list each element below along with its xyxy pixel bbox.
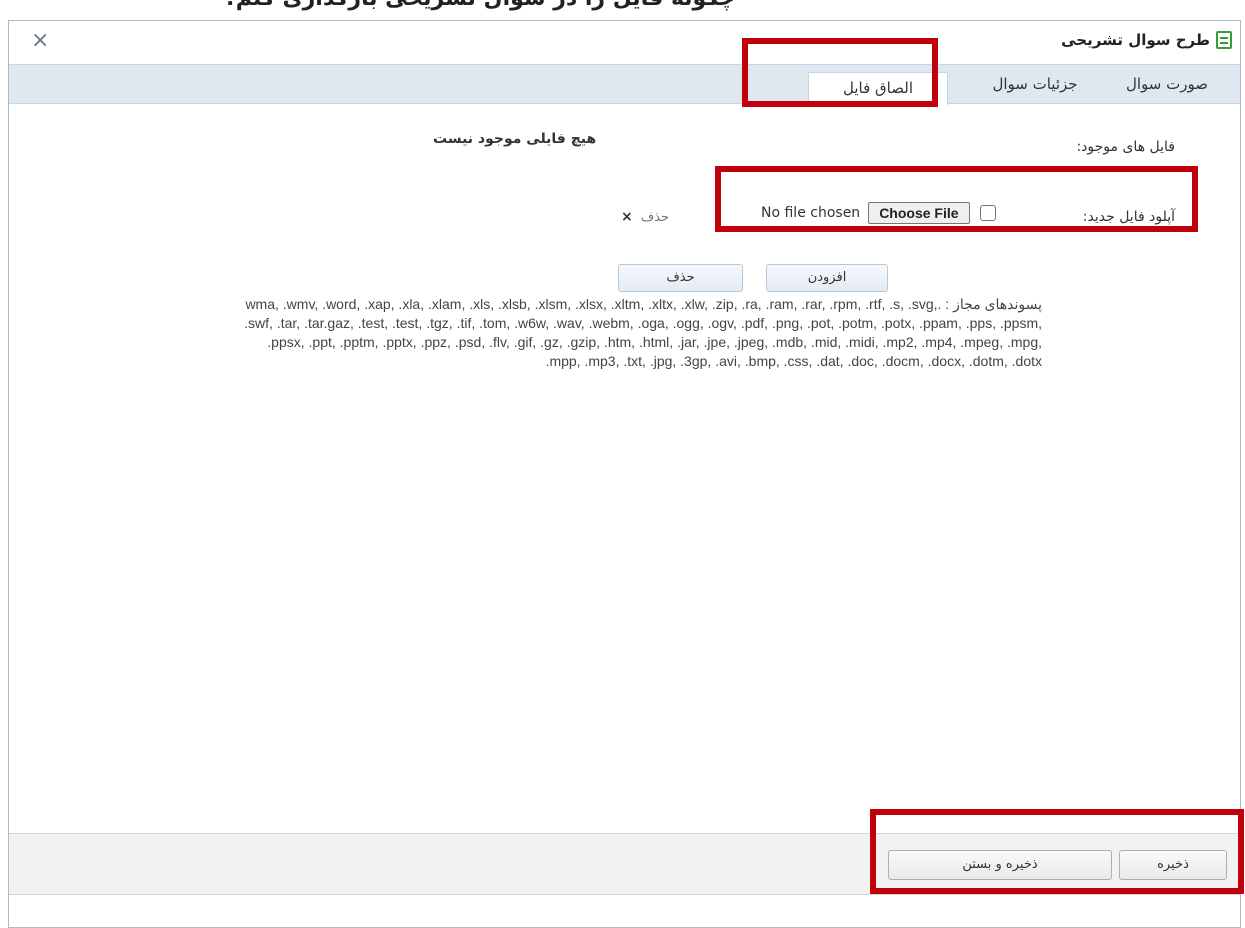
question-dialog: × طرح سوال تشریحی صورت سوال جزئیات سوال … [8, 20, 1241, 928]
existing-files-label: فایل های موجود: [1076, 139, 1175, 155]
upload-new-file-label: آپلود فایل جدید: [1082, 209, 1175, 225]
tab-question-statement[interactable]: صورت سوال [1112, 65, 1222, 105]
no-files-message: هیچ فایلی موجود نیست [433, 131, 597, 147]
add-file-button[interactable]: افزودن [766, 264, 888, 292]
file-upload-control: No file chosen Choose File [761, 202, 996, 224]
file-select-checkbox[interactable] [979, 205, 996, 221]
remove-selected-button[interactable]: حذف [618, 264, 743, 292]
page-top-caption: چگونه فایل را در سوال تشریحی بارگذاری کن… [223, 0, 735, 11]
dialog-footer: ذخیره ذخیره و بستن [9, 833, 1240, 895]
remove-file-label: حذف [640, 209, 670, 225]
dialog-title-text: طرح سوال تشریحی [1061, 31, 1210, 49]
tab-attach-file[interactable]: الصاق فایل [808, 72, 948, 105]
save-and-close-button[interactable]: ذخیره و بستن [888, 850, 1112, 880]
remove-file-link[interactable]: × حذف [621, 209, 669, 225]
dialog-title: طرح سوال تشریحی [1061, 31, 1232, 49]
close-icon[interactable]: × [31, 27, 49, 55]
choose-file-button[interactable]: Choose File [868, 202, 970, 224]
top-caption-strip: چگونه فایل را در سوال تشریحی بارگذاری کن… [0, 0, 1245, 20]
dialog-title-bar: × طرح سوال تشریحی [9, 21, 1240, 61]
tab-bar: صورت سوال جزئیات سوال الصاق فایل [9, 64, 1240, 105]
form-icon [1216, 31, 1232, 49]
tab-question-details[interactable]: جزئیات سوال [980, 65, 1090, 105]
no-file-chosen-text: No file chosen [761, 205, 861, 221]
save-button[interactable]: ذخیره [1119, 850, 1227, 880]
allowed-extensions-text: پسوندهای مجاز : .wma, .wmv, .word, .xap,… [244, 296, 1042, 369]
remove-x-icon: × [621, 209, 633, 225]
